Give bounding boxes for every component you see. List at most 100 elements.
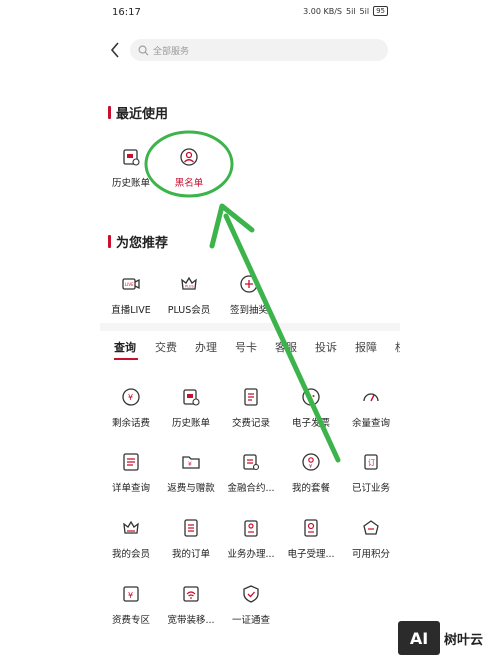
balance-icon: ¥ bbox=[122, 388, 140, 406]
invoice-icon bbox=[302, 388, 320, 406]
grid-item-my-orders[interactable]: 我的订单 bbox=[160, 516, 222, 568]
category-tabs: 查询 交费 办理 号卡 客服 投诉 报障 权 bbox=[100, 336, 400, 360]
annotation-arrow-head bbox=[209, 203, 255, 249]
watermark-logo: AI bbox=[398, 621, 440, 655]
section-title-recent: 最近使用 bbox=[108, 103, 168, 122]
order-icon bbox=[184, 519, 198, 537]
plan-icon: ¥ bbox=[302, 453, 320, 471]
bill-icon bbox=[123, 149, 140, 166]
svg-text:LIVE: LIVE bbox=[125, 282, 134, 287]
crown-icon bbox=[123, 520, 139, 534]
recent-item-label: 历史账单 bbox=[111, 178, 150, 189]
status-indicators: 3.00 KB/S 5il 5il 95 bbox=[303, 6, 388, 16]
grid-item-label: 电子发票 bbox=[291, 418, 330, 429]
recommend-item-live[interactable]: LIVE 直播LIVE bbox=[100, 272, 162, 324]
grid-item-rebate[interactable]: ¥ 返费与赠款 bbox=[160, 450, 222, 502]
tab-handle[interactable]: 办理 bbox=[195, 339, 217, 355]
tab-active-indicator bbox=[114, 358, 138, 360]
section-accent-bar bbox=[108, 235, 111, 248]
chevron-left-icon bbox=[110, 42, 119, 58]
grid-item-my-plan[interactable]: ¥ 我的套餐 bbox=[280, 450, 342, 502]
grid-item-label: 已订业务 bbox=[351, 483, 390, 494]
grid-item-broadband-move[interactable]: 宽带装移... bbox=[160, 582, 222, 634]
tab-fault[interactable]: 报障 bbox=[355, 339, 377, 355]
tariff-icon: ¥ bbox=[123, 586, 139, 602]
svg-text:订: 订 bbox=[368, 458, 375, 467]
grid-item-tariff-zone[interactable]: ¥ 资费专区 bbox=[100, 582, 162, 634]
search-icon bbox=[138, 45, 149, 55]
grid-item-my-membership[interactable]: 我的会员 bbox=[100, 516, 162, 568]
grid-item-label: 返费与赠款 bbox=[167, 483, 215, 494]
grid-item-detail-query[interactable]: 详单查询 bbox=[100, 450, 162, 502]
bill-icon bbox=[183, 389, 200, 406]
section-accent-bar bbox=[108, 106, 111, 119]
grid-item-label: 业务办理... bbox=[227, 549, 275, 560]
grid-item-label: 一证通查 bbox=[231, 615, 270, 626]
svg-text:PLUS: PLUS bbox=[185, 285, 194, 289]
recent-item-label: 黑名单 bbox=[174, 178, 204, 189]
grid-item-e-invoice[interactable]: 电子发票 bbox=[280, 385, 342, 437]
grid-item-business-handling[interactable]: 业务办理... bbox=[220, 516, 282, 568]
header: 全部服务 bbox=[100, 36, 400, 64]
network-speed: 3.00 KB/S bbox=[303, 6, 342, 16]
grid-item-label: 我的会员 bbox=[111, 549, 150, 560]
signal-icon-1: 5il bbox=[345, 6, 356, 16]
grid-item-subscribed[interactable]: 订 已订业务 bbox=[340, 450, 402, 502]
grid-item-finance-contract[interactable]: 金融合约... bbox=[220, 450, 282, 502]
recent-item-blacklist[interactable]: 黑名单 bbox=[158, 145, 220, 197]
svg-text:¥: ¥ bbox=[309, 464, 312, 470]
live-video-icon: LIVE bbox=[122, 278, 140, 290]
subscribed-icon: 订 bbox=[364, 454, 378, 470]
back-button[interactable] bbox=[106, 39, 124, 61]
grid-item-balance[interactable]: ¥ 剩余话费 bbox=[100, 385, 162, 437]
watermark-text: 树叶云 bbox=[444, 632, 484, 648]
grid-item-label: 金融合约... bbox=[227, 483, 275, 494]
recommend-item-label: 直播LIVE bbox=[111, 305, 151, 316]
section-title-recommend: 为您推荐 bbox=[108, 232, 168, 251]
grid-item-label: 资费专区 bbox=[111, 615, 150, 626]
points-icon bbox=[363, 520, 379, 535]
svg-text:¥: ¥ bbox=[188, 461, 192, 468]
contract-icon bbox=[243, 454, 260, 471]
recommend-item-label: 签到抽奖 bbox=[229, 305, 268, 316]
tab-pay[interactable]: 交费 bbox=[155, 339, 177, 355]
watermark: AI 树叶云 bbox=[398, 620, 498, 656]
recent-item-bill-history[interactable]: 历史账单 bbox=[100, 145, 162, 197]
shield-check-icon bbox=[243, 585, 259, 603]
wifi-icon bbox=[183, 586, 199, 602]
tab-sim[interactable]: 号卡 bbox=[235, 339, 257, 355]
recommend-item-label: PLUS会员 bbox=[167, 305, 211, 316]
grid-item-remaining-usage[interactable]: 余量查询 bbox=[340, 385, 402, 437]
grid-item-e-acceptance[interactable]: 电子受理... bbox=[280, 516, 342, 568]
tab-service[interactable]: 客服 bbox=[275, 339, 297, 355]
grid-item-label: 交费记录 bbox=[231, 418, 270, 429]
grid-item-label: 余量查询 bbox=[351, 418, 390, 429]
grid-item-points[interactable]: 可用积分 bbox=[340, 516, 402, 568]
grid-item-id-check[interactable]: 一证通查 bbox=[220, 582, 282, 634]
status-time: 16:17 bbox=[112, 7, 141, 18]
grid-item-label: 剩余话费 bbox=[111, 418, 150, 429]
grid-item-payment-record[interactable]: 交费记录 bbox=[220, 385, 282, 437]
tab-complaint[interactable]: 投诉 bbox=[315, 339, 337, 355]
grid-item-label: 宽带装移... bbox=[167, 615, 215, 626]
section-divider bbox=[100, 323, 400, 331]
section-title-text: 为您推荐 bbox=[116, 236, 169, 251]
status-bar: 16:17 3.00 KB/S 5il 5il 95 bbox=[0, 0, 500, 28]
recommend-item-checkin[interactable]: 签到抽奖 bbox=[218, 272, 280, 324]
grid-item-label: 详单查询 bbox=[111, 483, 150, 494]
gauge-icon bbox=[363, 393, 379, 402]
grid-item-label: 我的套餐 bbox=[291, 483, 330, 494]
lottery-icon bbox=[240, 275, 258, 293]
grid-item-bill-history[interactable]: 历史账单 bbox=[160, 385, 222, 437]
signal-icon-2: 5il bbox=[359, 6, 370, 16]
svg-text:¥: ¥ bbox=[128, 591, 133, 600]
tab-rights[interactable]: 权 bbox=[395, 339, 400, 355]
plus-member-icon: PLUS bbox=[181, 276, 197, 290]
e-acceptance-icon bbox=[304, 519, 318, 537]
recommend-item-plus[interactable]: PLUS PLUS会员 bbox=[158, 272, 220, 324]
tab-query[interactable]: 查询 bbox=[114, 339, 136, 355]
grid-item-label: 我的订单 bbox=[171, 549, 210, 560]
rebate-folder-icon: ¥ bbox=[182, 456, 200, 469]
search-input[interactable]: 全部服务 bbox=[130, 39, 388, 61]
battery-icon: 95 bbox=[373, 6, 388, 16]
